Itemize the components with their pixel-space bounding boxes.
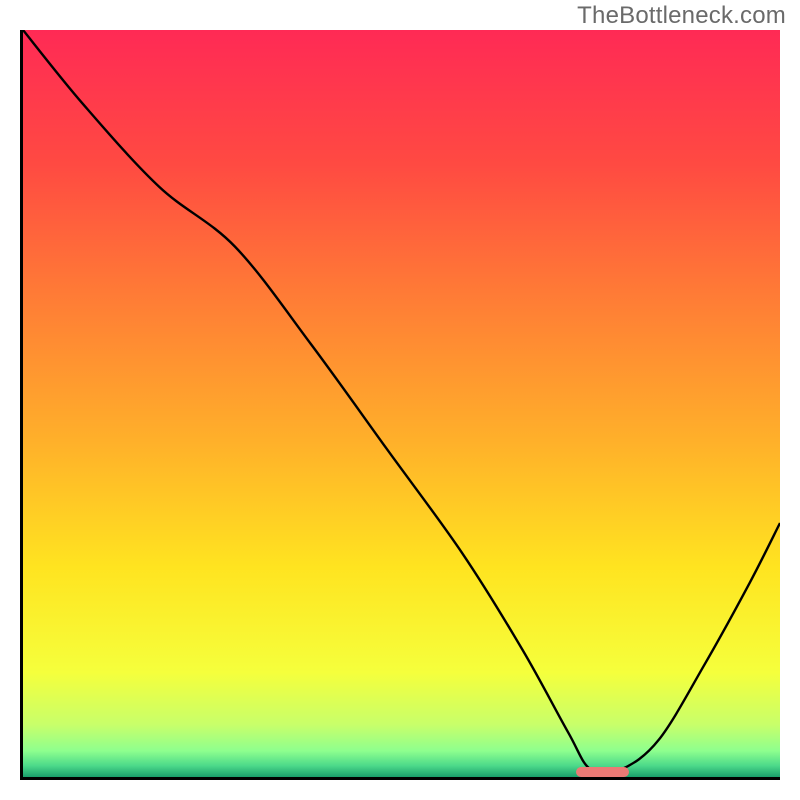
plot-frame <box>20 30 780 780</box>
plot-area <box>23 30 780 777</box>
optimal-marker <box>576 767 629 777</box>
chart-container: TheBottleneck.com <box>0 0 800 800</box>
bottleneck-curve <box>23 30 780 777</box>
watermark-text: TheBottleneck.com <box>577 2 786 30</box>
curve-path <box>23 30 780 774</box>
